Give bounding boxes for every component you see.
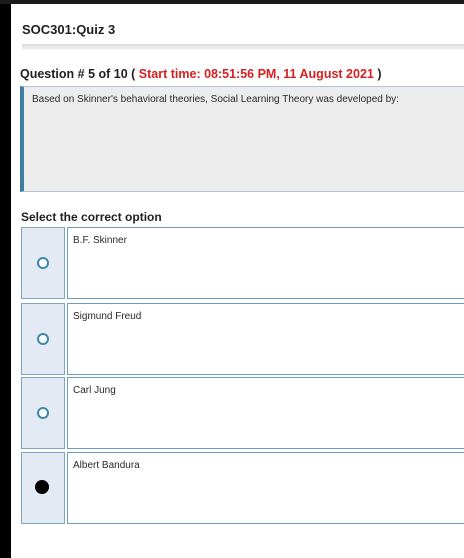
option-answer-cell-3[interactable]: Carl Jung — [67, 377, 464, 449]
start-time: Start time: 08:51:56 PM, 11 August 2021 — [138, 67, 374, 81]
option-row-2[interactable]: Sigmund Freud — [21, 303, 464, 375]
option-radio-3[interactable] — [37, 407, 49, 419]
option-answer-cell-4[interactable]: Albert Bandura — [67, 452, 464, 524]
title-divider — [22, 44, 464, 50]
option-radio-cell[interactable] — [21, 227, 65, 299]
option-label-2: Sigmund Freud — [73, 311, 142, 322]
option-radio-1[interactable] — [37, 257, 49, 269]
option-label-3: Carl Jung — [73, 385, 116, 396]
option-radio-2[interactable] — [37, 333, 49, 345]
option-row-3[interactable]: Carl Jung — [21, 377, 464, 449]
question-number: Question # 5 of 10 ( — [20, 67, 136, 81]
screen-left-edge — [0, 0, 11, 558]
option-row-4[interactable]: Albert Bandura — [21, 452, 464, 524]
question-box: Based on Skinner's behavioral theories, … — [20, 86, 464, 192]
option-radio-cell[interactable] — [21, 452, 65, 524]
question-header: Question # 5 of 10 ( Start time: 08:51:5… — [20, 67, 382, 81]
option-answer-cell-2[interactable]: Sigmund Freud — [67, 303, 464, 375]
option-radio-4[interactable] — [35, 480, 49, 494]
option-radio-cell[interactable] — [21, 303, 65, 375]
question-header-close: ) — [377, 67, 382, 81]
option-row-1[interactable]: B.F. Skinner — [21, 227, 464, 299]
quiz-title: SOC301:Quiz 3 — [22, 22, 116, 37]
option-radio-cell[interactable] — [21, 377, 65, 449]
option-label-1: B.F. Skinner — [73, 235, 127, 246]
select-option-heading: Select the correct option — [21, 210, 162, 224]
option-answer-cell-1[interactable]: B.F. Skinner — [67, 227, 464, 299]
option-label-4: Albert Bandura — [73, 460, 140, 471]
screen-top-edge — [0, 0, 464, 4]
question-text: Based on Skinner's behavioral theories, … — [32, 94, 399, 105]
